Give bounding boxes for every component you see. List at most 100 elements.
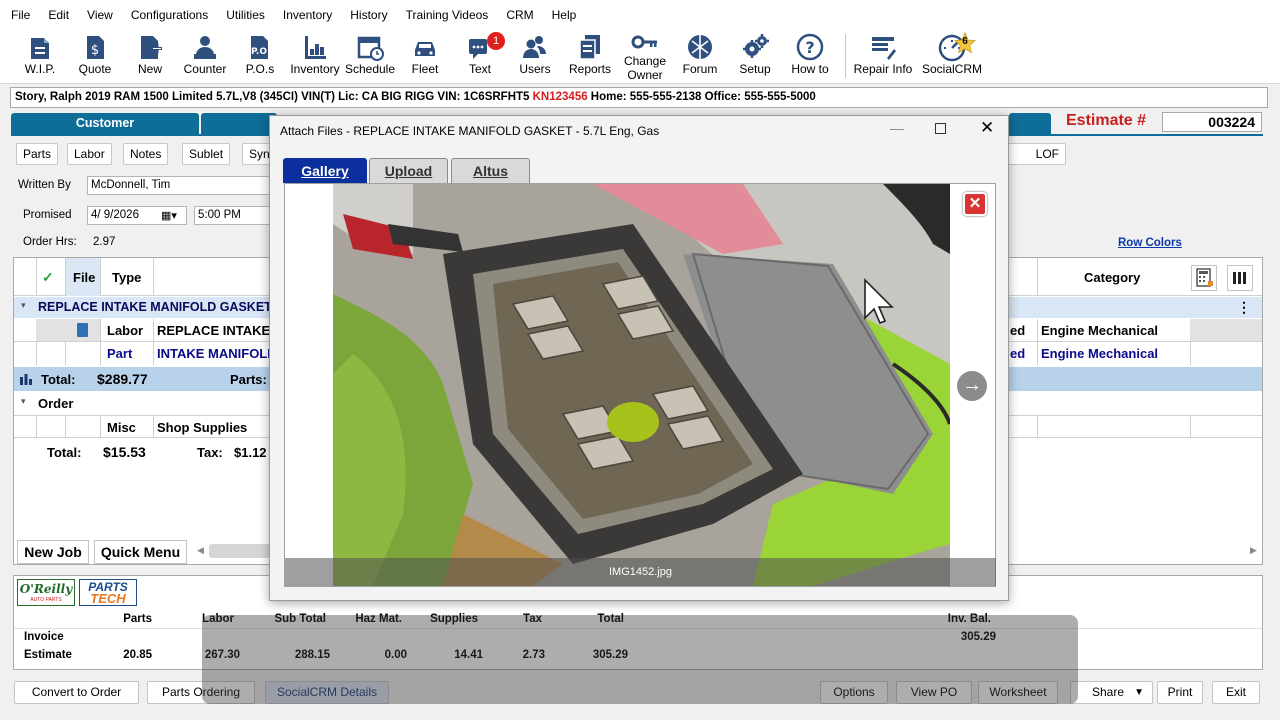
row-colors-link[interactable]: Row Colors [1118, 237, 1182, 249]
users-icon [523, 36, 546, 58]
row-status: ed [1010, 323, 1026, 338]
menu-inventory[interactable]: Inventory [274, 0, 341, 30]
tab-vehicle[interactable] [201, 113, 277, 134]
estimate-row-label: Estimate [24, 649, 72, 661]
main-toolbar: W.I.P. $ Quote New Counter P.O P.O.s Inv… [0, 30, 1280, 84]
subtab-notes[interactable]: Notes [123, 143, 169, 165]
oreilly-sub: AUTO PARTS [30, 597, 62, 603]
scroll-left-icon[interactable]: ◀ [197, 545, 204, 556]
socialcrm-badge: 6 [962, 36, 968, 47]
toolbar-text-button[interactable]: Text 1 [450, 30, 510, 82]
header-category[interactable]: Category [1084, 270, 1140, 285]
menu-history[interactable]: History [341, 0, 396, 30]
collapse-icon[interactable]: ▾ [21, 396, 26, 407]
arrow-right-icon[interactable]: → [957, 371, 987, 401]
scroll-right-icon[interactable]: ▶ [1250, 545, 1257, 556]
convert-to-order-button[interactable]: Convert to Order [14, 681, 139, 704]
attachment-icon[interactable] [77, 323, 88, 337]
toolbar-forum-button[interactable]: Forum [670, 30, 730, 82]
setup-icon [743, 34, 769, 58]
row-type: Misc [107, 420, 136, 435]
toolbar-label: Forum [682, 62, 718, 76]
toolbar-label: W.I.P. [24, 62, 56, 76]
subtab-parts[interactable]: Parts [16, 143, 59, 165]
menu-file[interactable]: File [2, 0, 39, 30]
new-job-button[interactable]: New Job [17, 540, 89, 564]
tab-altus[interactable]: Altus [451, 158, 530, 183]
maximize-icon[interactable] [935, 123, 946, 134]
schedule-icon [357, 36, 384, 61]
close-icon[interactable]: ✕ [980, 118, 994, 138]
header-type[interactable]: Type [112, 270, 141, 285]
menu-training-videos[interactable]: Training Videos [397, 0, 498, 30]
tab-right[interactable] [1009, 113, 1051, 134]
subtab-sync[interactable]: Syn [242, 143, 272, 165]
menu-configurations[interactable]: Configurations [122, 0, 217, 30]
tab-customer[interactable]: Customer [11, 113, 199, 134]
lof-button[interactable]: LOF [1004, 143, 1066, 165]
toolbar-fleet-button[interactable]: Fleet [395, 30, 455, 82]
delete-image-icon[interactable]: ✕ [963, 192, 987, 216]
bar-chart-icon[interactable] [19, 373, 33, 385]
inventory-icon [305, 36, 326, 59]
toolbar-users-button[interactable]: Users [505, 30, 565, 82]
share-button[interactable]: Share ▼ [1070, 681, 1153, 704]
toolbar-new-button[interactable]: New [120, 30, 180, 82]
calendar-icon[interactable]: ▦▾ [161, 209, 177, 222]
change-owner-icon [631, 35, 657, 49]
col-parts: Parts [123, 613, 152, 625]
minimize-icon[interactable]: — [890, 120, 904, 136]
po-icon: P.O [251, 36, 268, 59]
written-by-select[interactable]: McDonnell, Tim [87, 176, 272, 195]
order-hrs-value: 2.97 [93, 236, 116, 248]
toolbar-how-to-button[interactable]: ? How to [780, 30, 840, 82]
toolbar-setup-button[interactable]: Setup [725, 30, 785, 82]
menu-edit[interactable]: Edit [39, 0, 78, 30]
gallery-photo[interactable] [333, 184, 950, 586]
image-caption: IMG1452.jpg [285, 558, 996, 586]
quick-menu-button[interactable]: Quick Menu [94, 540, 187, 564]
header-file[interactable]: File [73, 270, 95, 285]
collapse-icon[interactable]: ▾ [21, 300, 26, 311]
toolbar-label: Users [519, 62, 551, 76]
toolbar-label: How to [791, 62, 829, 76]
row-description: INTAKE MANIFOLD [157, 346, 277, 361]
subtab-labor[interactable]: Labor [67, 143, 112, 165]
toolbar-repair-info-button[interactable]: Repair Info [850, 30, 916, 82]
toolbar-label: New [137, 62, 162, 76]
toolbar-socialcrm-button[interactable]: SocialCRM 6 [920, 30, 984, 82]
subtab-sublet[interactable]: Sublet [182, 143, 231, 165]
gallery-area: ✕ → IMG1452.jpg [284, 183, 996, 587]
toolbar-wip-button[interactable]: W.I.P. [10, 30, 70, 82]
estimate-parts: 20.85 [123, 649, 152, 661]
menu-view[interactable]: View [78, 0, 122, 30]
toolbar-change-owner-button[interactable]: Change Owner [615, 30, 675, 82]
toolbar-label: P.O.s [245, 62, 275, 76]
calculator-icon[interactable] [1191, 265, 1217, 291]
order-tax-value: $1.12 [234, 445, 267, 460]
toolbar-schedule-button[interactable]: Schedule [340, 30, 400, 82]
tab-upload[interactable]: Upload [369, 158, 448, 183]
print-button[interactable]: Print [1157, 681, 1203, 704]
columns-icon[interactable] [1227, 265, 1253, 291]
toolbar-inventory-button[interactable]: Inventory [285, 30, 345, 82]
counter-icon [194, 36, 216, 59]
tab-gallery[interactable]: Gallery [283, 158, 367, 183]
more-icon[interactable]: ⋮ [1237, 299, 1251, 316]
oreilly-logo[interactable]: O'Reilly AUTO PARTS [17, 579, 75, 606]
oreilly-text: O'Reilly [19, 582, 73, 596]
menu-utilities[interactable]: Utilities [217, 0, 274, 30]
horizontal-scrollbar-thumb[interactable] [209, 544, 271, 558]
menu-crm[interactable]: CRM [497, 0, 542, 30]
exit-button[interactable]: Exit [1212, 681, 1260, 704]
toolbar-counter-button[interactable]: Counter [175, 30, 235, 82]
toolbar-quote-button[interactable]: $ Quote [65, 30, 125, 82]
estimate-label: Estimate # [1066, 112, 1147, 129]
promised-time-field[interactable]: 5:00 PM [194, 206, 272, 225]
menu-help[interactable]: Help [543, 0, 586, 30]
toolbar-reports-button[interactable]: Reports [560, 30, 620, 82]
invoice-label: Invoice [24, 631, 64, 643]
customer-phones: Home: 555-555-2138 Office: 555-555-5000 [587, 91, 816, 103]
toolbar-pos-button[interactable]: P.O P.O.s [230, 30, 290, 82]
partstech-logo[interactable]: PARTS TECH [79, 579, 137, 606]
